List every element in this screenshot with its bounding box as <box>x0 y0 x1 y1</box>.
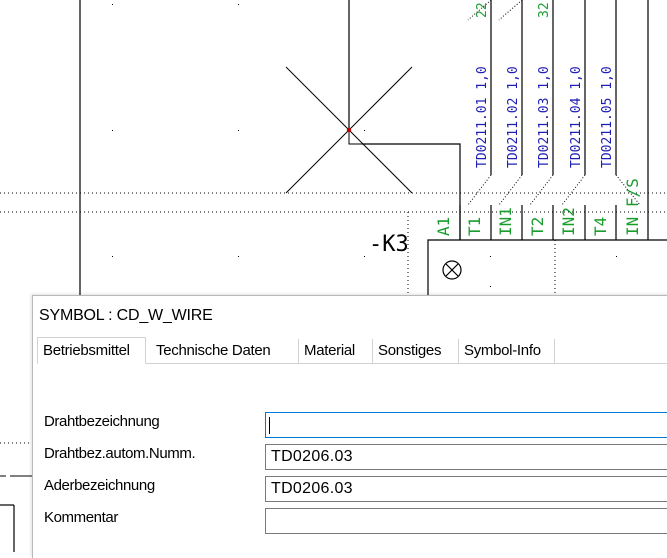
wire-label: TD0211.05 1,0 <box>600 66 615 168</box>
top-fragment-label: 22 <box>475 2 490 18</box>
top-label-fragments: 22 32 <box>475 2 552 18</box>
wire-label: TD0211.01 1,0 <box>475 66 490 168</box>
terminal-label: IN F/S <box>623 178 642 236</box>
label-drahtbezeichnung: Drahtbezeichnung <box>44 413 160 430</box>
aderbezeichnung-value: TD0206.03 <box>271 480 353 497</box>
dialog-title: SYMBOL : CD_W_WIRE <box>39 307 213 324</box>
tab-bar-divider <box>146 363 667 364</box>
label-kommentar: Kommentar <box>44 509 118 526</box>
symbol-properties-dialog: SYMBOL : CD_W_WIRE Betriebsmittel Techni… <box>32 295 667 558</box>
snap-point <box>346 127 352 133</box>
drahtbez-autom-numm-input[interactable]: TD0206.03 <box>265 444 667 470</box>
wire-diagonal <box>529 174 554 206</box>
text-caret <box>269 417 270 434</box>
kommentar-input[interactable] <box>265 508 667 534</box>
terminal-label: IN1 <box>496 207 515 236</box>
label-drahtbez-autom-numm: Drahtbez.autom.Numm. <box>44 445 196 462</box>
wire-diagonal <box>467 174 492 206</box>
tab-material[interactable]: Material <box>299 339 373 363</box>
top-fragment-label: 32 <box>537 2 552 18</box>
terminal-label: T1 <box>465 217 484 236</box>
label-aderbezeichnung: Aderbezeichnung <box>44 477 155 494</box>
terminal-label: T4 <box>591 217 610 236</box>
drahtbez-autom-numm-value: TD0206.03 <box>271 448 353 465</box>
aderbezeichnung-input[interactable]: TD0206.03 <box>265 476 667 502</box>
terminal-label: IN2 <box>559 207 578 236</box>
terminal-label: T2 <box>528 217 547 236</box>
wire-label: TD0211.04 1,0 <box>569 66 584 168</box>
tab-betriebsmittel[interactable]: Betriebsmittel <box>37 337 146 364</box>
wire-label: TD0211.03 1,0 <box>537 66 552 168</box>
device-tag-k3: -K3 <box>369 232 409 257</box>
wire-diagonal <box>498 0 523 21</box>
lamp-symbol <box>442 260 462 280</box>
tab-bar: Betriebsmittel Technische Daten Material… <box>37 337 667 364</box>
wire-label: TD0211.02 1,0 <box>506 66 521 168</box>
terminal-labels: A1 T1 IN1 T2 IN2 T4 IN F/S <box>434 178 642 236</box>
relay-k3-body <box>427 239 667 295</box>
tab-technische-daten[interactable]: Technische Daten <box>151 339 299 363</box>
wire-labels: TD0211.01 1,0 TD0211.02 1,0 TD0211.03 1,0 T… <box>475 66 615 168</box>
terminal-separators <box>459 205 649 240</box>
tab-symbol-info[interactable]: Symbol-Info <box>459 339 555 363</box>
drahtbezeichnung-input[interactable] <box>265 412 667 438</box>
tab-sonstiges[interactable]: Sonstiges <box>373 339 459 363</box>
wire-diagonal <box>561 174 586 206</box>
terminal-label: A1 <box>434 217 453 236</box>
wire-diagonal <box>498 174 523 206</box>
